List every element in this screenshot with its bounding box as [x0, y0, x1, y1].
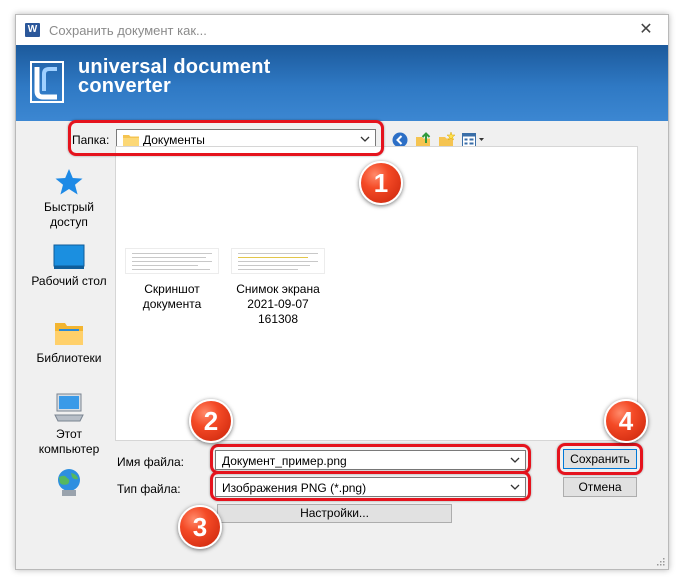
dialog-title: Сохранить документ как... — [49, 23, 207, 38]
desktop-icon — [53, 244, 85, 269]
place-this-pc[interactable]: Этот компьютер — [24, 393, 114, 457]
places-bar: Быстрый доступ Рабочий стол Библиотеки Э… — [24, 146, 114, 498]
star-icon — [55, 169, 83, 195]
filename-label: Имя файла: — [117, 455, 184, 469]
save-as-dialog: W Сохранить документ как... ✕ universal … — [15, 14, 669, 570]
settings-button[interactable]: Настройки... — [217, 504, 452, 523]
place-network[interactable] — [24, 468, 114, 502]
step-badge-3: 3 — [178, 505, 222, 549]
highlight-filetype — [210, 471, 531, 501]
highlight-folder-row — [68, 120, 384, 156]
highlight-filename — [210, 444, 531, 474]
step-badge-2: 2 — [189, 399, 233, 443]
libraries-icon — [55, 323, 83, 345]
resize-grip-icon[interactable] — [655, 556, 665, 566]
file-name-line1: Скриншот — [144, 282, 200, 296]
file-thumbnail — [125, 248, 219, 274]
file-item[interactable]: Скриншот документа — [122, 248, 222, 312]
computer-icon — [54, 393, 84, 422]
place-desktop[interactable]: Рабочий стол — [24, 244, 114, 289]
file-name-line2: документа — [142, 297, 202, 311]
udc-banner: universal document converter — [16, 45, 668, 121]
place-label-line1: Этот — [56, 427, 82, 441]
step-badge-4: 4 — [604, 399, 648, 443]
word-app-icon: W — [25, 23, 40, 37]
filetype-label: Тип файла: — [117, 482, 181, 496]
file-thumbnail — [231, 248, 325, 274]
title-bar: W Сохранить документ как... ✕ — [16, 15, 668, 45]
cancel-button[interactable]: Отмена — [563, 477, 637, 497]
place-label-line1: Быстрый — [44, 200, 94, 214]
highlight-save-button — [557, 443, 643, 475]
file-item[interactable]: Снимок экрана 2021-09-07 161308 — [228, 248, 328, 327]
udc-logo-icon — [30, 61, 64, 103]
place-label-line2: доступ — [50, 215, 88, 229]
close-button[interactable]: ✕ — [624, 15, 668, 45]
view-menu-icon[interactable] — [462, 133, 486, 147]
place-libraries[interactable]: Библиотеки — [24, 319, 114, 366]
udc-wordmark: universal document converter — [78, 57, 271, 97]
step-badge-1: 1 — [359, 161, 403, 205]
file-name-line2: 2021-09-07 161308 — [247, 297, 309, 326]
place-label-line1: Библиотеки — [36, 351, 102, 365]
udc-wordmark-line2: converter — [78, 75, 171, 97]
place-label-line1: Рабочий стол — [31, 274, 107, 288]
file-name-line1: Снимок экрана — [236, 282, 320, 296]
network-icon — [58, 469, 80, 496]
place-quick-access[interactable]: Быстрый доступ — [24, 168, 114, 230]
place-label-line2: компьютер — [38, 442, 100, 456]
